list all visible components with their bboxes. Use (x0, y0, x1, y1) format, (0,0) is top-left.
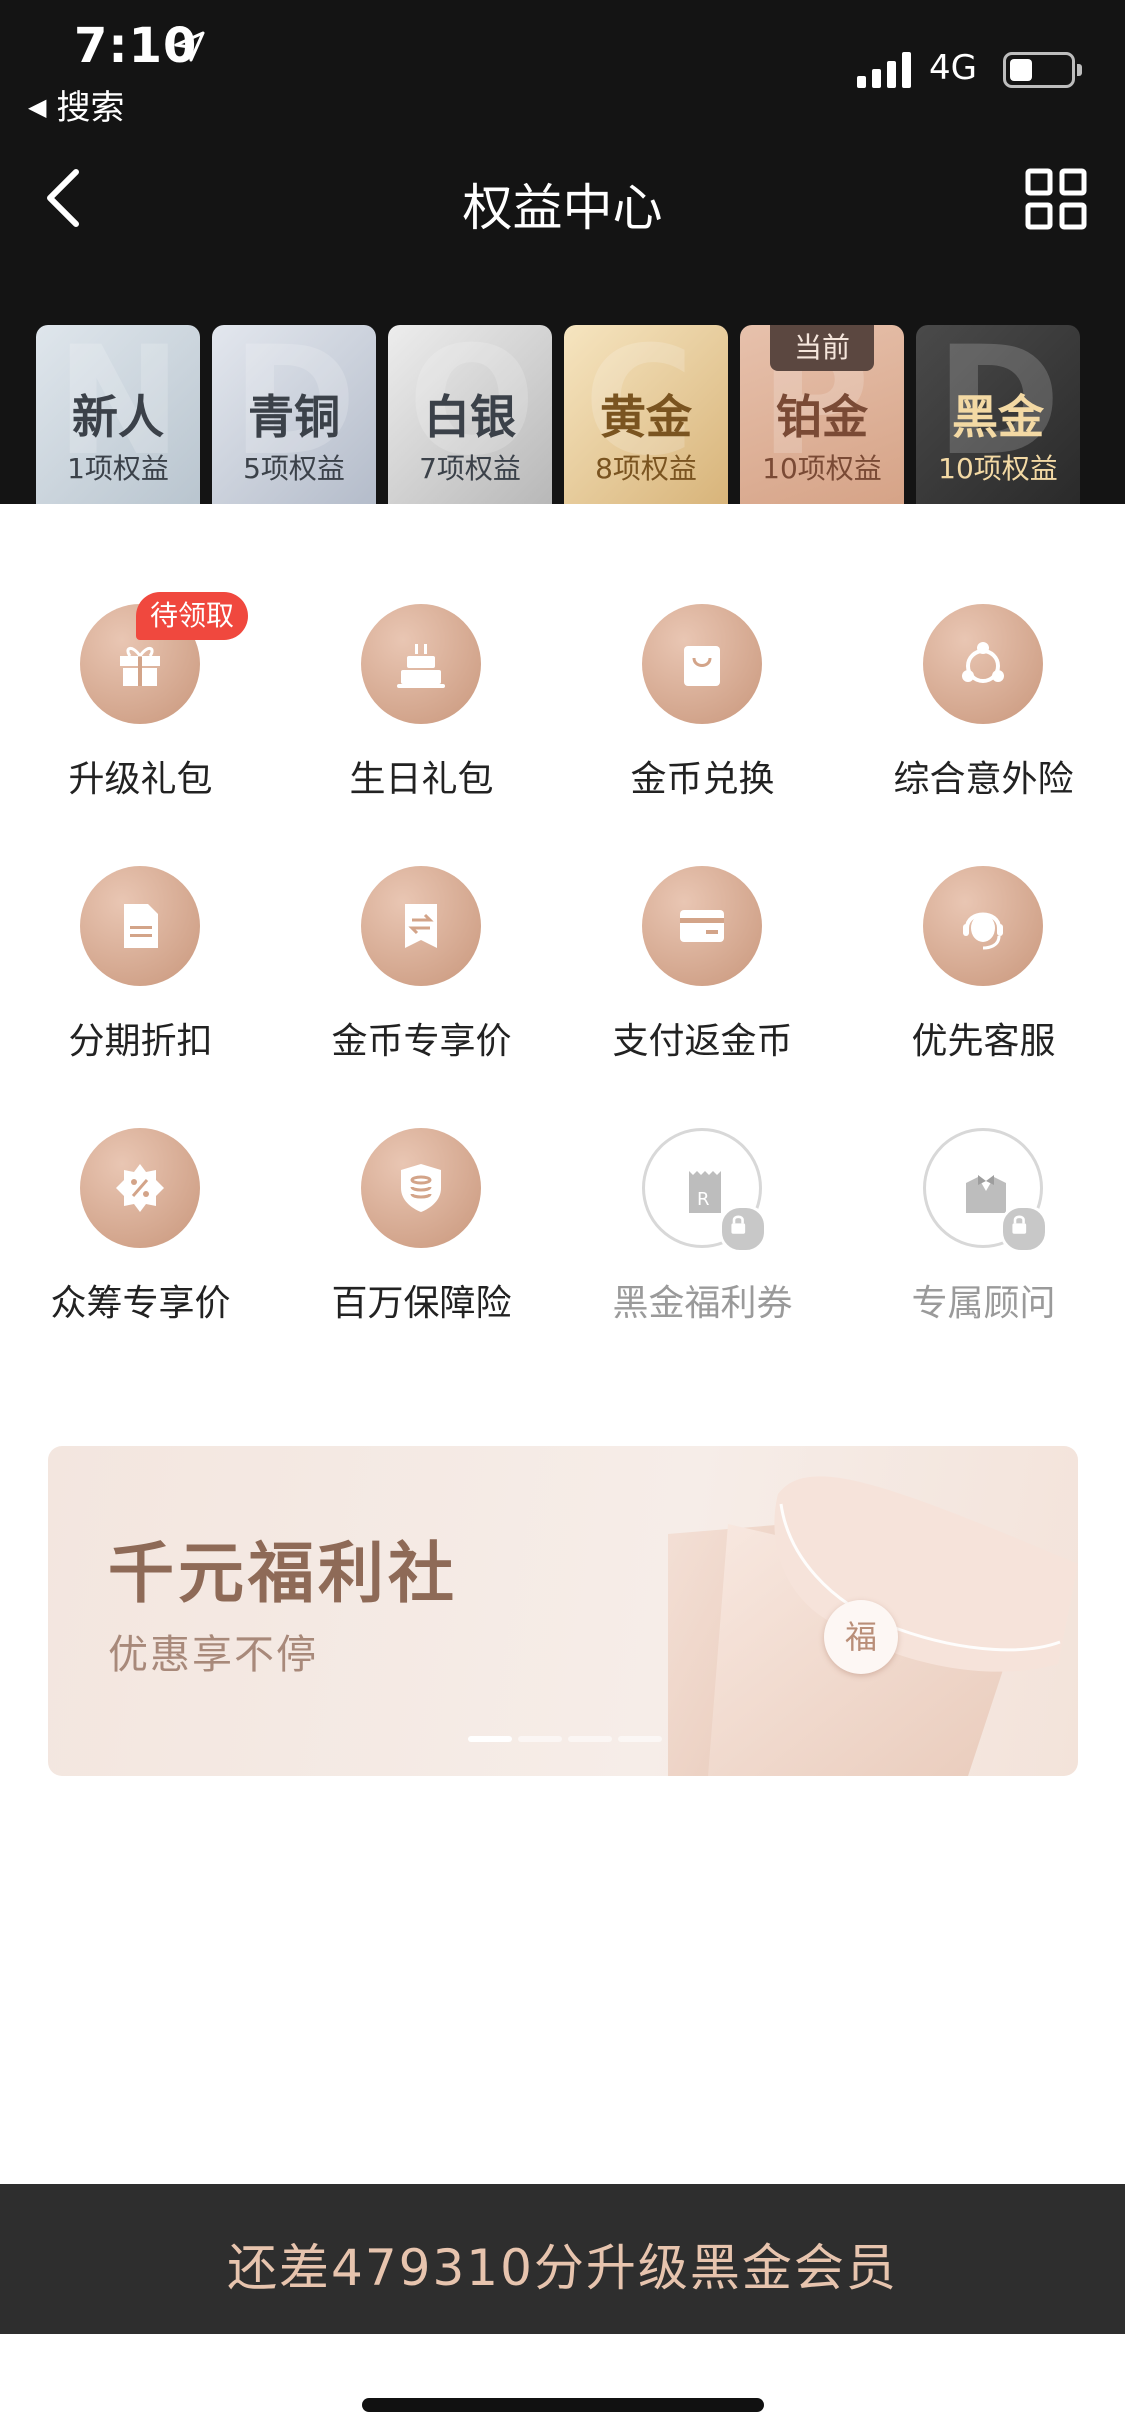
pending-claim-badge: 待领取 (136, 592, 249, 640)
carousel-dot[interactable] (568, 1736, 612, 1742)
headset-icon (963, 912, 1003, 950)
svg-text:R: R (697, 1189, 710, 1210)
benefit-icon-circle (361, 604, 481, 724)
benefit-installment-discount[interactable]: 分期折扣 (0, 766, 281, 1062)
benefit-label: 黑金福利券 (612, 1283, 793, 1324)
network-type: 4G (929, 48, 977, 88)
signal-icon (857, 52, 911, 88)
upgrade-progress-text: 还差479310分升级黑金会员 (227, 2239, 898, 2297)
tier-benefit-count: 1项权益 (67, 452, 169, 485)
carousel-dot-active[interactable] (468, 1736, 512, 1742)
benefit-payment-cashback[interactable]: 支付返金币 (562, 766, 843, 1062)
current-tier-tag: 当前 (770, 325, 874, 371)
benefit-icon-circle: R (642, 1128, 767, 1253)
carousel-indicators (468, 1736, 668, 1744)
benefits-section: 待领取 升级礼包 生日礼包 金币兑换 综合意外险 分期折扣 金币专享价 支付返金… (0, 504, 1125, 2184)
benefit-birthday-gift[interactable]: 生日礼包 (281, 504, 562, 800)
benefit-icon-circle (923, 866, 1043, 986)
status-indicators: 4G (825, 48, 1085, 92)
tier-name: 白银 (424, 390, 516, 444)
percent-badge-icon (116, 1164, 164, 1212)
tier-tab-xinren[interactable]: N 新人 1项权益 (36, 325, 200, 505)
lock-icon (719, 1205, 767, 1253)
benefit-coin-exchange[interactable]: 金币兑换 (562, 504, 843, 800)
insurance-icon (401, 1164, 441, 1212)
tier-benefit-count: 5项权益 (243, 452, 345, 485)
welfare-banner[interactable]: 千元福利社 优惠享不停 福 (48, 1446, 1078, 1776)
back-triangle-icon: ◀ (28, 93, 47, 121)
benefit-coin-exclusive-price[interactable]: 金币专享价 (281, 766, 562, 1062)
benefit-label: 百万保障险 (331, 1283, 512, 1324)
page: 7:10 ◀ 搜索 4G 权益中心 N 新人 1项权益 D 青铜 5项权益 O … (0, 0, 1125, 2436)
carousel-dot[interactable] (618, 1736, 662, 1742)
gift-icon (120, 647, 160, 686)
tier-name: 黄金 (600, 390, 692, 444)
benefit-icon-circle (642, 604, 762, 724)
lock-icon (1000, 1205, 1048, 1253)
battery-icon (1003, 52, 1082, 88)
envelope-seal-char: 福 (844, 1618, 877, 1656)
carousel-dot[interactable] (518, 1736, 562, 1742)
tier-tabs: N 新人 1项权益 D 青铜 5项权益 O 白银 7项权益 C 黄金 8项权益 … (36, 325, 1096, 531)
tier-benefit-count: 10项权益 (762, 452, 882, 485)
document-icon (124, 904, 158, 948)
benefit-icon-circle (923, 1128, 1048, 1253)
home-indicator (362, 2398, 764, 2412)
banner-subtitle: 优惠享不停 (108, 1632, 318, 1678)
benefit-million-insurance[interactable]: 百万保障险 (281, 1028, 562, 1324)
shopping-bag-icon (684, 646, 720, 686)
benefit-label: 专属顾问 (911, 1283, 1056, 1324)
benefit-icon-circle (923, 604, 1043, 724)
page-title: 权益中心 (462, 179, 663, 237)
benefit-upgrade-gift[interactable]: 待领取 升级礼包 (0, 504, 281, 800)
tier-tab-huangjin[interactable]: C 黄金 8项权益 (564, 325, 728, 505)
benefit-crowdfunding-price[interactable]: 众筹专享价 (0, 1028, 281, 1324)
benefit-label: 众筹专享价 (50, 1283, 231, 1324)
exchange-tag-icon (405, 904, 437, 948)
status-back-link[interactable]: ◀ 搜索 (28, 80, 124, 129)
status-back-label: 搜索 (56, 88, 125, 128)
benefit-icon-circle (642, 866, 762, 986)
tier-benefit-count: 8项权益 (595, 452, 697, 485)
benefit-icon-circle (361, 1128, 481, 1248)
tier-name: 青铜 (248, 390, 340, 444)
tier-tab-qingtong[interactable]: D 青铜 5项权益 (212, 325, 376, 505)
tier-benefit-count: 10项权益 (938, 452, 1058, 485)
tier-name: 黑金 (952, 390, 1044, 444)
benefit-icon-circle (80, 1128, 200, 1248)
tier-name: 新人 (72, 390, 164, 444)
tier-tab-heijin[interactable]: D 黑金 10项权益 (916, 325, 1080, 505)
shield-network-icon (962, 642, 1004, 683)
tier-tab-bojin-current[interactable]: P 当前 铂金 10项权益 (740, 325, 904, 531)
card-icon (680, 910, 724, 942)
cake-icon (397, 644, 445, 688)
benefit-black-gold-coupon-locked[interactable]: R 黑金福利券 (562, 1028, 843, 1324)
benefit-priority-service[interactable]: 优先客服 (843, 766, 1124, 1062)
tier-name: 铂金 (776, 390, 868, 444)
tier-tab-baiyin[interactable]: O 白银 7项权益 (388, 325, 552, 505)
benefit-accident-insurance[interactable]: 综合意外险 (843, 504, 1124, 800)
benefit-icon-circle (361, 866, 481, 986)
benefit-icon-circle (80, 866, 200, 986)
tier-benefit-count: 7项权益 (419, 452, 521, 485)
grid-menu-icon[interactable] (1025, 168, 1087, 230)
upgrade-progress-bar[interactable]: 还差479310分升级黑金会员 (0, 2184, 1125, 2334)
envelope-seal: 福 (824, 1600, 898, 1674)
benefit-personal-advisor-locked[interactable]: 专属顾问 (843, 1028, 1124, 1324)
banner-title: 千元福利社 (108, 1535, 458, 1612)
location-arrow-icon (174, 31, 205, 62)
